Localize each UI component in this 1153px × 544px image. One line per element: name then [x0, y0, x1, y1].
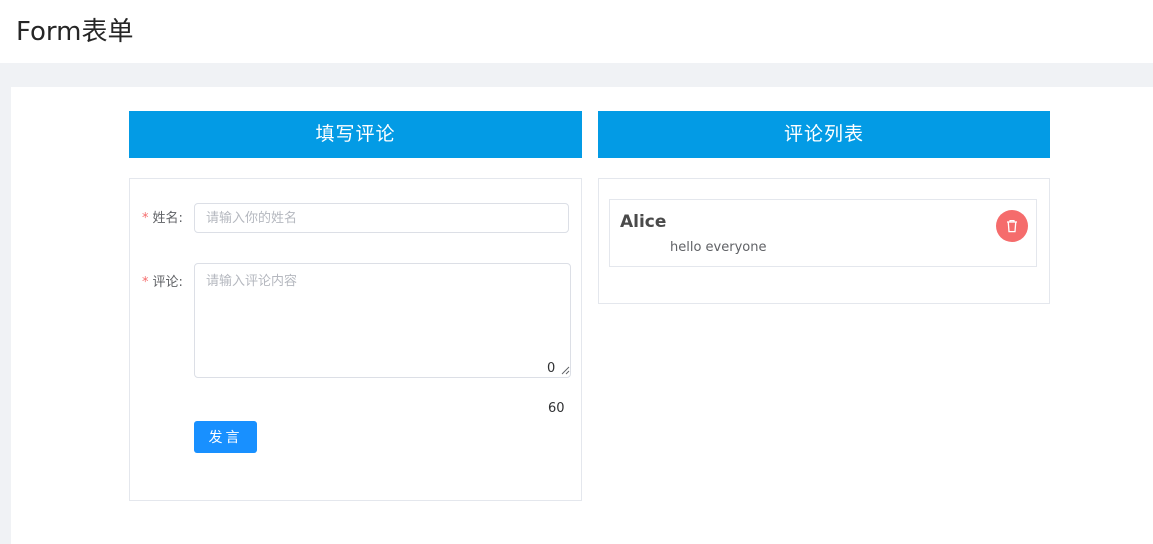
name-input[interactable]	[194, 203, 569, 233]
trash-icon	[1007, 220, 1017, 233]
submit-button[interactable]: 发言	[194, 421, 257, 453]
resize-handle-icon[interactable]	[560, 365, 570, 375]
char-count: 0	[547, 361, 556, 376]
comment-label-text: 评论:	[152, 275, 183, 290]
comment-author: Alice	[620, 212, 667, 232]
comment-list: Alice hello everyone	[598, 178, 1050, 304]
main-content: 填写评论 评论列表 *姓名: *评论: 0 60 发言 Alice hello …	[11, 87, 1153, 544]
name-label: * 姓名:	[142, 210, 183, 228]
max-length: 60	[548, 401, 565, 416]
list-panel-header: 评论列表	[598, 111, 1050, 158]
comment-label: * 评论:	[142, 274, 183, 292]
comment-form: *姓名: *评论: 0 60 发言	[129, 178, 582, 501]
delete-button[interactable]	[996, 210, 1028, 242]
required-mark: *	[142, 211, 149, 226]
name-label-text: 姓名:	[152, 211, 183, 226]
required-mark: *	[142, 275, 149, 290]
form-panel-header: 填写评论	[129, 111, 582, 158]
comment-text: hello everyone	[670, 240, 767, 255]
list-item: Alice hello everyone	[609, 199, 1037, 267]
page-title: Form表单	[16, 17, 134, 47]
top-bar: Form表单	[0, 0, 1153, 63]
comment-textarea[interactable]	[194, 263, 571, 378]
